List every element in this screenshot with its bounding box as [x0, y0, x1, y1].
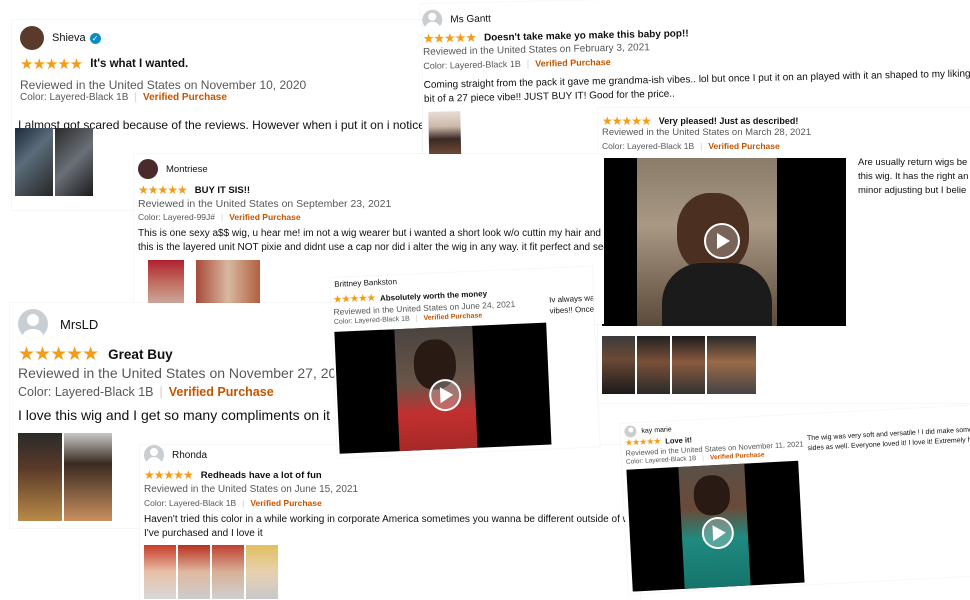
- star-rating[interactable]: ★★★★★: [20, 55, 83, 73]
- star-rating[interactable]: ★★★★★: [138, 183, 188, 197]
- review-body-continued: bit of a 27 piece vibe!! JUST BUY IT! Go…: [423, 88, 675, 105]
- review-text-line: this wig. It has the right an: [858, 171, 969, 182]
- review-card-kay-marie: kay marie ★★★★★ Love it! Reviewed in the…: [620, 404, 970, 594]
- avatar[interactable]: [18, 309, 48, 339]
- variant-label[interactable]: Color: Layered-99J#: [138, 212, 215, 222]
- review-photo-gallery: [602, 336, 756, 394]
- review-photo-thumbnail[interactable]: [144, 545, 176, 599]
- variant-label[interactable]: Color: Layered-Black 1B: [602, 141, 694, 151]
- reviewer-name[interactable]: Brittney Bankston: [334, 277, 397, 289]
- reviewer-name[interactable]: Ms Gantt: [450, 13, 491, 25]
- verified-purchase-badge: Verified Purchase: [229, 212, 301, 222]
- review-card-rhonda: Rhonda ★★★★★ Redheads have a lot of fun …: [140, 445, 640, 600]
- review-photo-thumbnail[interactable]: [15, 128, 53, 196]
- star-rating[interactable]: ★★★★★: [18, 343, 99, 366]
- divider: |: [134, 92, 137, 103]
- play-button-icon[interactable]: [704, 223, 740, 259]
- review-date: Reviewed in the United States on Novembe…: [18, 365, 337, 381]
- reviewer-name[interactable]: Montriese: [166, 164, 208, 175]
- review-photo-thumbnail[interactable]: [672, 336, 705, 394]
- review-photo-thumbnail[interactable]: [637, 336, 670, 394]
- verified-checkmark-icon: ✓: [89, 32, 101, 44]
- verified-purchase-badge: Verified Purchase: [423, 312, 483, 322]
- review-text-line: vibes!! Once: [549, 304, 595, 316]
- variant-label[interactable]: Color: Layered-Black 1B: [334, 316, 410, 326]
- review-card-very-pleased: ★★★★★ Very pleased! Just as described! R…: [598, 108, 970, 403]
- review-photo-gallery: [144, 545, 278, 599]
- review-side-text: Are usually return wigs be this wig. It …: [858, 156, 968, 198]
- review-title[interactable]: BUY IT SIS!!: [195, 185, 250, 196]
- review-title[interactable]: Great Buy: [108, 347, 173, 362]
- star-rating[interactable]: ★★★★★: [144, 468, 194, 482]
- verified-purchase-badge: Verified Purchase: [708, 141, 780, 151]
- review-photo-thumbnail[interactable]: [246, 545, 278, 599]
- review-title[interactable]: It's what I wanted.: [90, 58, 188, 70]
- variant-label[interactable]: Color: Layered-Black 1B: [20, 92, 128, 103]
- avatar[interactable]: [20, 26, 44, 50]
- divider: |: [159, 385, 163, 399]
- divider: |: [702, 454, 705, 462]
- review-body: I love this wig and I get so many compli…: [18, 407, 331, 423]
- review-photo-thumbnail[interactable]: [55, 128, 93, 196]
- star-rating[interactable]: ★★★★★: [423, 30, 477, 47]
- review-date: Reviewed in the United States on June 15…: [144, 484, 359, 495]
- review-video[interactable]: [602, 158, 846, 326]
- variant-label[interactable]: Color: Layered-Black 1B: [423, 59, 521, 71]
- star-rating[interactable]: ★★★★★: [333, 292, 376, 306]
- reviewer-name[interactable]: Rhonda: [172, 450, 207, 461]
- divider: |: [526, 58, 530, 69]
- review-photo-thumbnail[interactable]: [178, 545, 210, 599]
- review-title[interactable]: Very pleased! Just as described!: [659, 116, 799, 126]
- variant-label[interactable]: Color: Layered-Black 1B: [18, 385, 153, 399]
- review-side-text: Iv always wa vibes!! Once: [549, 292, 595, 316]
- divider: |: [415, 315, 418, 323]
- review-side-text: The wig was very soft and versatile ! I …: [807, 425, 970, 454]
- review-photo-gallery: [18, 433, 112, 521]
- review-body: This is one sexy a$$ wig, u hear me! im …: [138, 228, 604, 239]
- review-photo-thumbnail[interactable]: [602, 336, 635, 394]
- review-body: Coming straight from the pack it gave me…: [423, 68, 970, 91]
- divider: |: [700, 141, 703, 151]
- verified-purchase-badge: Verified Purchase: [168, 385, 274, 399]
- review-photo-thumbnail[interactable]: [212, 545, 244, 599]
- review-body-continued: this is the layered unit NOT pixie and d…: [138, 242, 604, 253]
- verified-purchase-badge: Verified Purchase: [250, 498, 322, 508]
- review-title[interactable]: Redheads have a lot of fun: [201, 470, 322, 481]
- variant-label[interactable]: Color: Layered-Black 1B: [144, 498, 236, 508]
- review-text-line: Are usually return wigs be: [858, 157, 968, 168]
- avatar[interactable]: [144, 445, 164, 465]
- avatar[interactable]: [624, 425, 637, 438]
- star-rating[interactable]: ★★★★★: [602, 114, 652, 128]
- review-card-brittney-bankston: Brittney Bankston ★★★★★ Absolutely worth…: [330, 266, 600, 458]
- review-title[interactable]: Love it!: [665, 435, 692, 445]
- review-photo-thumbnail[interactable]: [64, 433, 112, 521]
- review-title[interactable]: Doesn't take make yo make this baby pop!…: [484, 28, 689, 43]
- reviewer-name[interactable]: MrsLD: [60, 317, 98, 332]
- review-video[interactable]: [334, 322, 552, 454]
- review-photo-thumbnail[interactable]: [707, 336, 756, 394]
- divider: |: [221, 212, 224, 222]
- review-photo-thumbnail[interactable]: [18, 433, 62, 521]
- verified-purchase-badge: Verified Purchase: [709, 451, 765, 462]
- avatar[interactable]: [138, 159, 158, 179]
- reviewer-name[interactable]: kay marie: [641, 426, 672, 435]
- review-body-continued: I've purchased and I love it: [144, 528, 263, 539]
- verified-purchase-badge: Verified Purchase: [535, 57, 611, 69]
- review-date: Reviewed in the United States on Septemb…: [138, 198, 392, 210]
- reviewer-name[interactable]: Shieva: [52, 32, 86, 44]
- verified-purchase-badge: Verified Purchase: [143, 92, 227, 103]
- divider: |: [242, 498, 245, 508]
- review-date: Reviewed in the United States on Novembe…: [20, 78, 307, 92]
- avatar[interactable]: [422, 9, 443, 30]
- review-date: Reviewed in the United States on March 2…: [602, 127, 812, 138]
- review-text-line: minor adjusting but I belie: [858, 185, 967, 196]
- review-video[interactable]: [626, 460, 805, 592]
- review-photo-gallery: [15, 128, 93, 196]
- review-body: Haven't tried this color in a while work…: [144, 514, 640, 525]
